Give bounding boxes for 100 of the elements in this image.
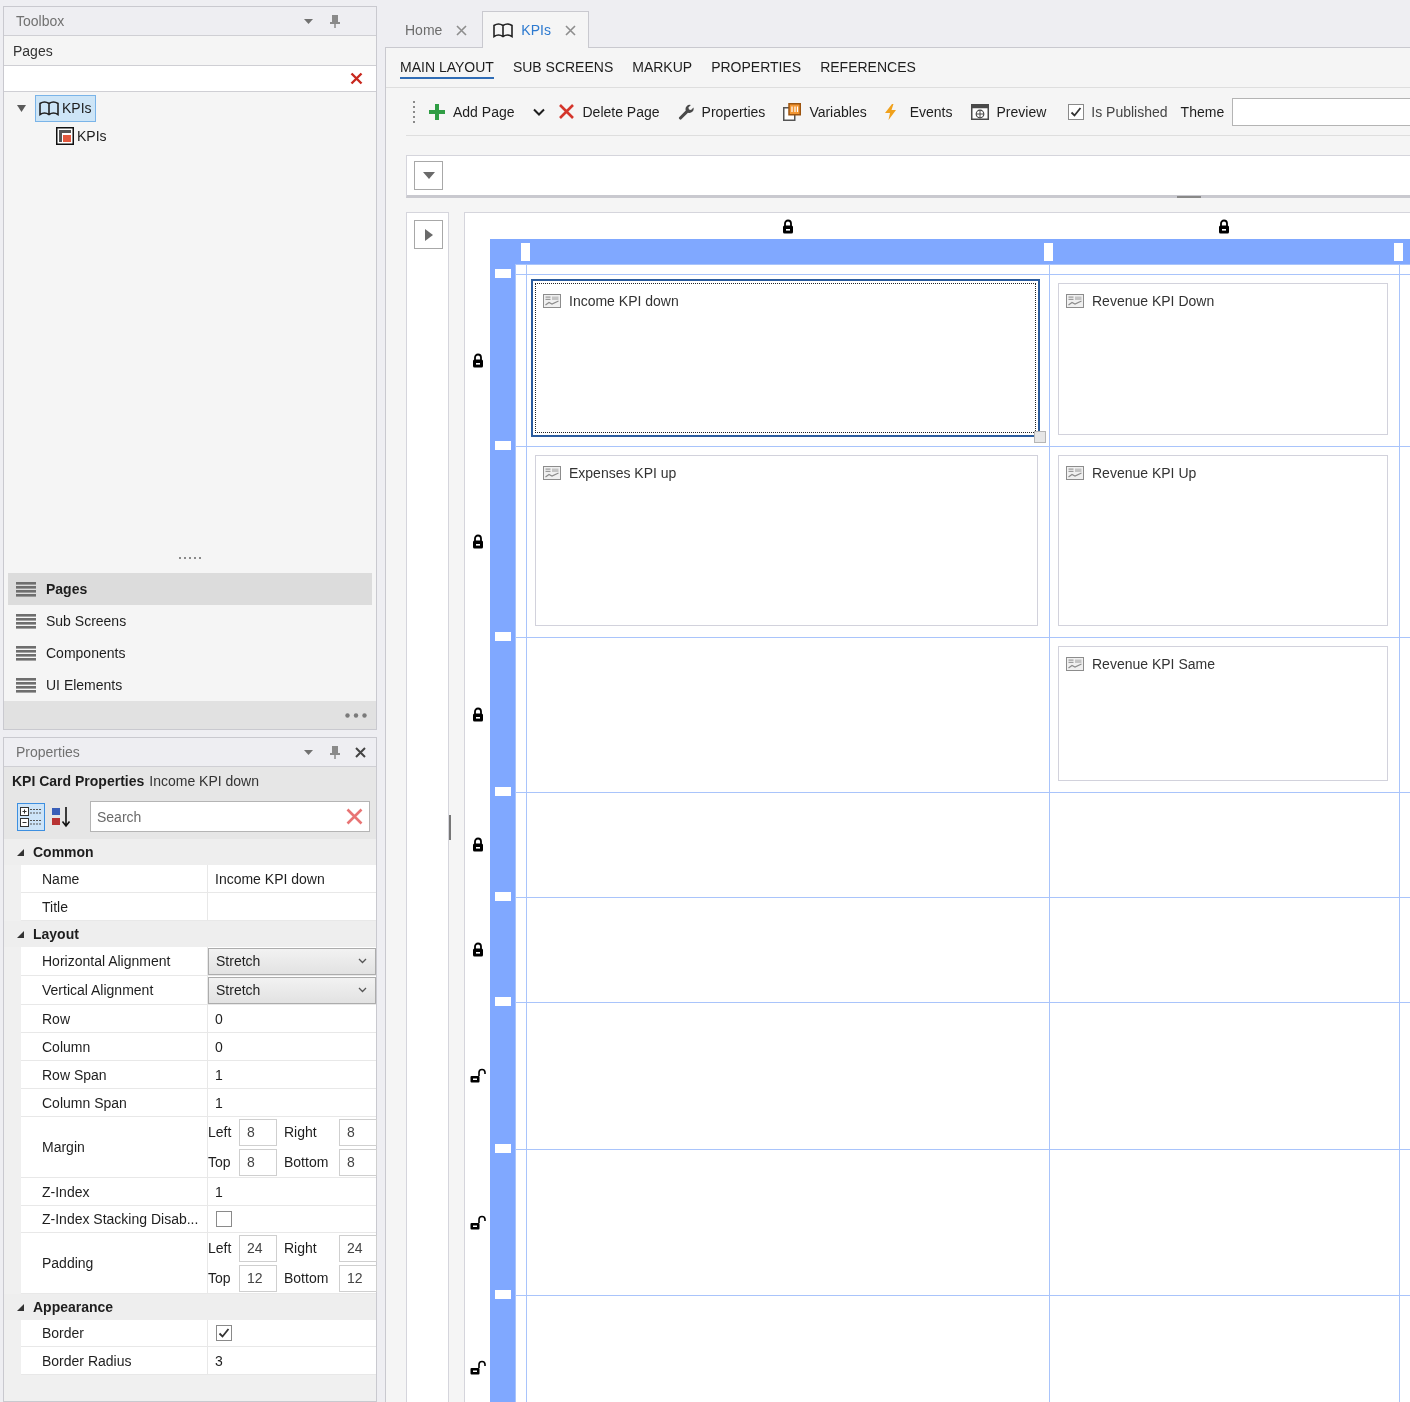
lock-icon[interactable]	[471, 352, 484, 368]
kpi-card[interactable]: Revenue KPI Up	[1058, 455, 1388, 626]
row-handle[interactable]	[494, 787, 511, 796]
view-toggle-button[interactable]	[17, 802, 45, 831]
chevron-icon	[358, 958, 367, 964]
lock-icon[interactable]	[471, 942, 484, 957]
caret-icon[interactable]	[304, 18, 313, 24]
pin-icon[interactable]	[330, 745, 340, 759]
cross-icon	[557, 103, 575, 120]
row-handle[interactable]	[494, 441, 511, 450]
search-field[interactable]	[4, 66, 376, 91]
nav-item[interactable]: UI Elements	[8, 669, 372, 701]
kpi-card[interactable]: Income KPI down	[531, 279, 1040, 437]
number-field[interactable]: 8	[339, 1148, 377, 1176]
checkbox[interactable]	[216, 1325, 232, 1341]
properties-button[interactable]: Properties	[677, 97, 766, 126]
unlocked-lock-icon[interactable]	[469, 1068, 486, 1083]
tree-item[interactable]: KPIs	[35, 94, 96, 122]
categorized-list-icon	[19, 804, 43, 829]
column-handle[interactable]	[1044, 242, 1053, 261]
unlocked-lock-icon[interactable]	[469, 1214, 486, 1230]
card-title: Revenue KPI Same	[1092, 656, 1215, 672]
column-handle[interactable]	[521, 242, 530, 261]
resize-handle[interactable]	[1034, 431, 1046, 443]
nav-item[interactable]: Sub Screens	[8, 605, 372, 637]
menu-icon	[16, 645, 36, 661]
add-button[interactable]: Add Page	[429, 97, 515, 126]
preview-button[interactable]: Preview	[970, 97, 1047, 126]
nav-item[interactable]: Components	[8, 637, 372, 669]
property-value[interactable]: 1	[208, 1061, 376, 1088]
text-field[interactable]	[1232, 97, 1410, 126]
pin-icon[interactable]	[330, 14, 340, 28]
number-field[interactable]: 12	[339, 1264, 377, 1292]
property-value[interactable]: 3	[208, 1347, 376, 1374]
chevron-icon	[532, 107, 545, 116]
more-icon[interactable]	[345, 712, 367, 718]
view-tab[interactable]: REFERENCES	[820, 56, 916, 79]
lock-icon[interactable]	[471, 534, 484, 549]
events-button[interactable]: Events	[884, 97, 953, 126]
checkbox-label: Is Published	[1091, 103, 1168, 120]
card-title: Revenue KPI Down	[1092, 293, 1215, 309]
row-handle[interactable]	[494, 1144, 511, 1153]
property-label: Z-Index Stacking Disab...	[21, 1206, 208, 1232]
view-tab[interactable]: PROPERTIES	[711, 56, 802, 79]
kpi-card[interactable]: Expenses KPI up	[535, 455, 1038, 626]
caret-icon[interactable]	[304, 749, 313, 755]
row-handle[interactable]	[494, 892, 511, 901]
object-name: Income KPI down	[149, 772, 259, 789]
property-label: Z-Index	[21, 1178, 208, 1205]
view-tab[interactable]: MARKUP	[632, 56, 693, 79]
splitter-handle[interactable]	[1177, 196, 1201, 198]
dropdown[interactable]: Stretch	[208, 976, 376, 1004]
nav-item[interactable]: Pages	[8, 573, 372, 605]
unlocked-lock-icon[interactable]	[469, 1360, 486, 1375]
caret-icon[interactable]	[17, 103, 26, 113]
panel-title: Toolbox	[16, 13, 66, 29]
number-field[interactable]: 24	[239, 1234, 277, 1262]
delete-button[interactable]: Delete Page	[557, 97, 660, 126]
property-value[interactable]: 0	[208, 1033, 376, 1060]
tree-item[interactable]: KPIs	[52, 122, 111, 150]
number-field[interactable]: 8	[339, 1118, 377, 1146]
dropdown[interactable]: Stretch	[208, 947, 376, 975]
lock-icon[interactable]	[781, 218, 794, 234]
property-value[interactable]: 1	[208, 1089, 376, 1116]
expand-button[interactable]	[414, 220, 443, 249]
number-field[interactable]: 24	[339, 1234, 377, 1262]
row-handle[interactable]	[494, 1290, 511, 1299]
side-label: Bottom	[283, 1154, 330, 1170]
row-handle[interactable]	[494, 269, 511, 278]
kpi-card[interactable]: Revenue KPI Down	[1058, 283, 1388, 435]
number-field[interactable]: 8	[239, 1118, 277, 1146]
kpi-card[interactable]: Revenue KPI Same	[1058, 646, 1388, 781]
document-tab[interactable]: Home	[390, 11, 483, 48]
lock-icon[interactable]	[471, 837, 484, 852]
checkbox[interactable]	[1068, 103, 1085, 120]
document-tab[interactable]: KPIs	[482, 11, 589, 48]
lock-icon[interactable]	[471, 707, 484, 722]
variables-button[interactable]: Variables	[783, 97, 867, 126]
row-handle[interactable]	[494, 632, 511, 641]
property-value[interactable]: Income KPI down	[208, 865, 376, 892]
close-icon[interactable]	[355, 746, 366, 758]
property-value[interactable]: 0	[208, 1005, 376, 1032]
lock-icon[interactable]	[1218, 218, 1230, 234]
field-label: Theme	[1180, 103, 1225, 120]
chart-card-icon	[1066, 294, 1084, 308]
checkbox[interactable]	[216, 1211, 232, 1227]
search-field[interactable]: Search	[90, 801, 370, 832]
property-value[interactable]: 1	[208, 1178, 376, 1205]
splitter-handle[interactable]	[449, 814, 451, 840]
view-tab[interactable]: MAIN LAYOUT	[400, 56, 494, 79]
clear-icon[interactable]	[346, 808, 363, 825]
number-field[interactable]: 12	[239, 1264, 277, 1292]
clear-icon[interactable]	[350, 72, 363, 85]
row-handle[interactable]	[494, 997, 511, 1006]
chart-card-icon	[543, 294, 561, 308]
column-handle[interactable]	[1394, 242, 1403, 261]
card-title: Revenue KPI Up	[1092, 465, 1197, 481]
number-field[interactable]: 8	[239, 1148, 277, 1176]
property-label: Padding	[21, 1233, 208, 1293]
view-tab[interactable]: SUB SCREENS	[512, 56, 614, 79]
